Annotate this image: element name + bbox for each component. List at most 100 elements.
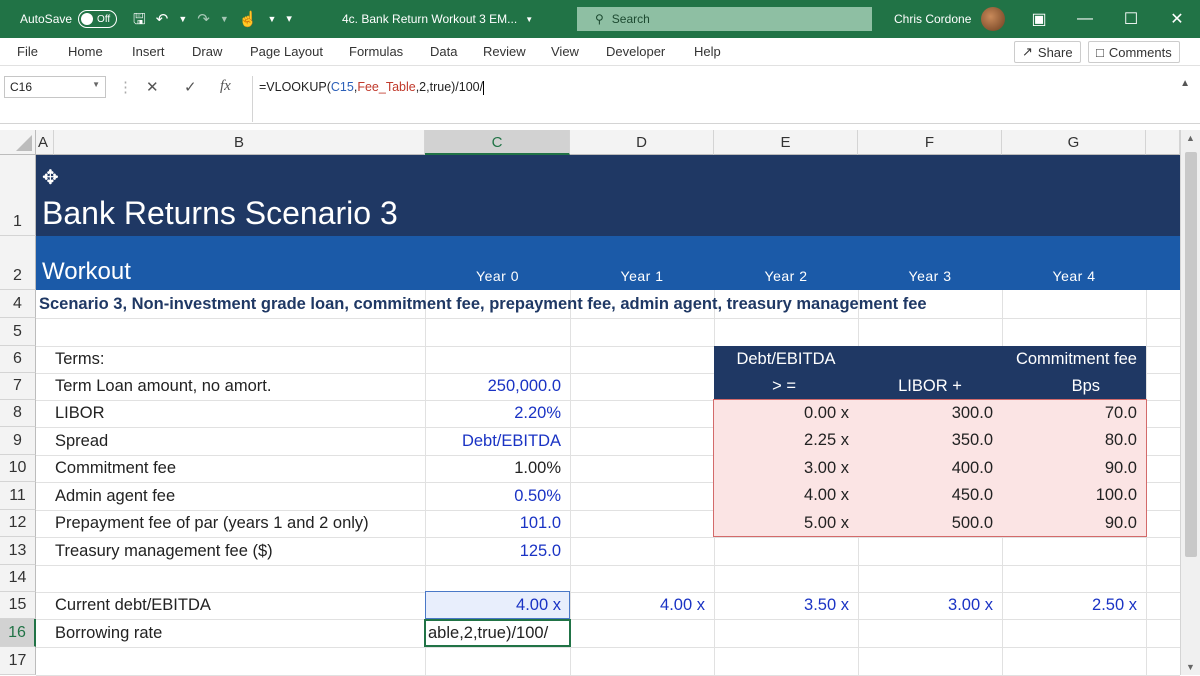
col-header-g[interactable]: G bbox=[1002, 130, 1146, 155]
input-value[interactable]: 125.0 bbox=[425, 537, 570, 565]
scenario-description[interactable]: Scenario 3, Non-investment grade loan, c… bbox=[39, 290, 927, 318]
row-header-11[interactable]: 11 bbox=[0, 482, 36, 510]
fee-cell[interactable]: 400.0 bbox=[858, 455, 1002, 482]
fee-cell[interactable]: 90.0 bbox=[1002, 510, 1146, 537]
fee-cell[interactable]: 500.0 bbox=[858, 510, 1002, 537]
year-3-header[interactable]: Year 3 bbox=[858, 264, 1002, 288]
vertical-scrollbar[interactable]: ▲ ▼ bbox=[1180, 130, 1200, 675]
tab-view[interactable]: View bbox=[551, 44, 579, 59]
debt-value[interactable]: 3.50 x bbox=[714, 592, 858, 619]
row-header-13[interactable]: 13 bbox=[0, 537, 36, 565]
sheet-title[interactable]: Bank Returns Scenario 3 bbox=[42, 190, 398, 236]
input-value[interactable]: 101.0 bbox=[425, 510, 570, 537]
user-name[interactable]: Chris Cordone bbox=[894, 12, 971, 26]
borrowing-rate-label[interactable]: Borrowing rate bbox=[36, 619, 162, 647]
sheet-subtitle[interactable]: Workout bbox=[42, 256, 131, 288]
minimize-icon[interactable]: — bbox=[1062, 10, 1108, 28]
input-value[interactable]: 0.50% bbox=[425, 482, 570, 510]
maximize-icon[interactable]: ☐ bbox=[1108, 9, 1154, 29]
fee-cell[interactable]: 5.00 x bbox=[714, 510, 858, 537]
fee-header-libor[interactable]: LIBOR + bbox=[858, 373, 1002, 400]
year-1-header[interactable]: Year 1 bbox=[570, 264, 714, 288]
row-header-12[interactable]: 12 bbox=[0, 510, 36, 537]
debt-value[interactable]: 3.00 x bbox=[858, 592, 1002, 619]
search-box[interactable]: ⚲ Search bbox=[577, 7, 872, 31]
row-header-9[interactable]: 9 bbox=[0, 427, 36, 455]
customize-qat-icon[interactable]: ▾ bbox=[286, 13, 292, 25]
tab-home[interactable]: Home bbox=[68, 44, 103, 59]
row-header-6[interactable]: 6 bbox=[0, 346, 36, 373]
row-header-16[interactable]: 16 bbox=[0, 619, 36, 647]
autosave-toggle[interactable]: Off bbox=[78, 10, 118, 28]
touch-dropdown-icon[interactable]: ▼ bbox=[267, 14, 276, 24]
tab-insert[interactable]: Insert bbox=[132, 44, 165, 59]
row-header-2[interactable]: 2 bbox=[0, 236, 36, 290]
input-label[interactable]: Prepayment fee of par (years 1 and 2 onl… bbox=[36, 510, 369, 537]
fee-cell[interactable]: 80.0 bbox=[1002, 427, 1146, 454]
input-label[interactable]: Spread bbox=[36, 427, 108, 455]
tab-data[interactable]: Data bbox=[430, 44, 457, 59]
row-header-17[interactable]: 17 bbox=[0, 647, 36, 675]
fee-cell[interactable]: 3.00 x bbox=[714, 455, 858, 482]
fee-cell[interactable]: 350.0 bbox=[858, 427, 1002, 454]
formula-input[interactable]: =VLOOKUP(C15,Fee_Table,2,true)/100/ bbox=[252, 76, 1196, 122]
save-icon[interactable]: 🖫 bbox=[133, 12, 146, 27]
fee-cell[interactable]: 100.0 bbox=[1002, 482, 1146, 509]
col-header-c[interactable]: C bbox=[425, 130, 570, 155]
name-box[interactable]: C16 ▼ bbox=[4, 76, 106, 98]
active-cell-editor[interactable]: able,2,true)/100/ bbox=[424, 619, 571, 647]
terms-label[interactable]: Terms: bbox=[36, 346, 105, 373]
row-header-15[interactable]: 15 bbox=[0, 592, 36, 619]
collapse-icon[interactable]: ▲ bbox=[1180, 78, 1190, 89]
autosave-control[interactable]: AutoSave Off bbox=[20, 0, 118, 38]
fee-cell[interactable]: 2.25 x bbox=[714, 427, 858, 454]
col-header-e[interactable]: E bbox=[714, 130, 858, 155]
cancel-icon[interactable]: ✕ bbox=[146, 78, 159, 96]
redo-icon[interactable]: ↷ bbox=[197, 12, 210, 27]
input-label[interactable]: Treasury management fee ($) bbox=[36, 537, 273, 565]
close-icon[interactable]: ✕ bbox=[1154, 9, 1200, 29]
enter-icon[interactable]: ✓ bbox=[184, 78, 197, 96]
input-value[interactable]: 250,000.0 bbox=[425, 373, 570, 400]
debt-value[interactable]: 2.50 x bbox=[1002, 592, 1146, 619]
scroll-thumb[interactable] bbox=[1185, 152, 1197, 557]
tab-draw[interactable]: Draw bbox=[192, 44, 222, 59]
scroll-up-icon[interactable]: ▲ bbox=[1186, 133, 1195, 143]
input-label[interactable]: LIBOR bbox=[36, 400, 105, 427]
fee-cell[interactable]: 300.0 bbox=[858, 400, 1002, 427]
tab-review[interactable]: Review bbox=[483, 44, 526, 59]
year-2-header[interactable]: Year 2 bbox=[714, 264, 858, 288]
row-header-7[interactable]: 7 bbox=[0, 373, 36, 400]
undo-dropdown-icon[interactable]: ▼ bbox=[178, 14, 187, 24]
row-header-14[interactable]: 14 bbox=[0, 565, 36, 592]
fee-cell[interactable]: 70.0 bbox=[1002, 400, 1146, 427]
fee-header-commitment[interactable]: Commitment fee bbox=[1002, 346, 1146, 373]
col-header-d[interactable]: D bbox=[570, 130, 714, 155]
col-header-b[interactable]: B bbox=[54, 130, 425, 155]
scroll-down-icon[interactable]: ▼ bbox=[1186, 662, 1195, 672]
input-label[interactable]: Term Loan amount, no amort. bbox=[36, 373, 271, 400]
document-title[interactable]: 4c. Bank Return Workout 3 EM... ▼ bbox=[342, 0, 533, 38]
year-4-header[interactable]: Year 4 bbox=[1002, 264, 1146, 288]
year-0-header[interactable]: Year 0 bbox=[425, 264, 570, 288]
avatar[interactable] bbox=[981, 7, 1006, 31]
tab-formulas[interactable]: Formulas bbox=[349, 44, 403, 59]
col-header-f[interactable]: F bbox=[858, 130, 1002, 155]
input-label[interactable]: Commitment fee bbox=[36, 455, 176, 482]
debt-value[interactable]: 4.00 x bbox=[425, 592, 570, 619]
col-header-h[interactable] bbox=[1146, 130, 1180, 155]
fee-cell[interactable]: 90.0 bbox=[1002, 455, 1146, 482]
fee-cell[interactable]: 450.0 bbox=[858, 482, 1002, 509]
row-header-1[interactable]: 1 bbox=[0, 155, 36, 236]
fee-header-gte[interactable]: > = bbox=[714, 373, 858, 400]
fee-header-debt-ebitda[interactable]: Debt/EBITDA bbox=[714, 346, 858, 373]
fee-cell[interactable]: 4.00 x bbox=[714, 482, 858, 509]
insert-function-icon[interactable]: fx bbox=[220, 78, 231, 95]
fee-cell[interactable]: 0.00 x bbox=[714, 400, 858, 427]
row-header-5[interactable]: 5 bbox=[0, 318, 36, 346]
comments-button[interactable]: □ Comments bbox=[1088, 41, 1180, 63]
current-debt-label[interactable]: Current debt/EBITDA bbox=[36, 592, 211, 619]
tab-page-layout[interactable]: Page Layout bbox=[250, 44, 323, 59]
select-all-button[interactable] bbox=[0, 130, 36, 155]
input-value[interactable]: Debt/EBITDA bbox=[425, 427, 570, 455]
